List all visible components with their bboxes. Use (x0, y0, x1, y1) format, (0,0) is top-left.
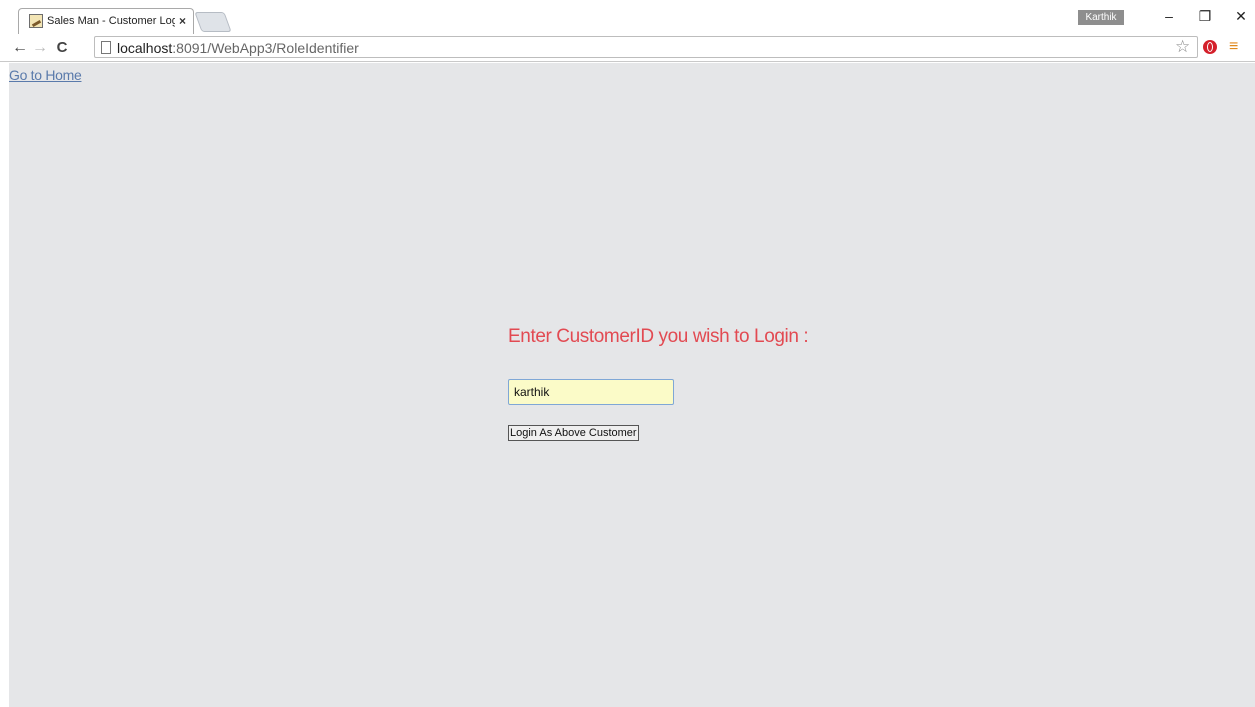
browser-window: Sales Man - Customer Log × Karthik – ❐ ✕… (0, 0, 1255, 707)
page-icon (101, 41, 111, 54)
page-viewport: Go to Home Enter CustomerID you wish to … (9, 63, 1255, 707)
restore-button[interactable]: ❐ (1190, 8, 1220, 25)
url-path: :8091/WebApp3/RoleIdentifier (172, 40, 359, 56)
close-window-button[interactable]: ✕ (1226, 8, 1255, 25)
favicon-icon (29, 14, 43, 28)
tab-title: Sales Man - Customer Log (47, 15, 175, 27)
title-bar: Sales Man - Customer Log × Karthik – ❐ ✕ (0, 0, 1255, 34)
login-as-customer-button[interactable]: Login As Above Customer (508, 425, 639, 441)
back-button[interactable]: ← (10, 38, 30, 58)
profile-badge[interactable]: Karthik (1078, 10, 1124, 25)
opera-icon[interactable] (1203, 40, 1217, 54)
customer-id-input[interactable] (508, 379, 674, 405)
tab-close-icon[interactable]: × (179, 14, 186, 28)
reload-button[interactable]: C (52, 38, 72, 58)
star-icon[interactable]: ☆ (1175, 37, 1190, 57)
new-tab-button[interactable] (194, 12, 232, 32)
forward-button[interactable]: → (30, 38, 50, 58)
minimize-button[interactable]: – (1154, 8, 1184, 24)
page-heading: Enter CustomerID you wish to Login : (508, 326, 809, 347)
go-to-home-link[interactable]: Go to Home (9, 67, 82, 83)
browser-toolbar: ← → C localhost:8091/WebApp3/RoleIdentif… (0, 34, 1255, 62)
url-host: localhost (117, 40, 173, 56)
browser-tab[interactable]: Sales Man - Customer Log × (18, 8, 194, 34)
url-text[interactable]: localhost:8091/WebApp3/RoleIdentifier (117, 40, 359, 56)
address-bar[interactable]: localhost:8091/WebApp3/RoleIdentifier (94, 36, 1198, 58)
hamburger-menu-icon[interactable]: ≡ (1229, 38, 1238, 56)
